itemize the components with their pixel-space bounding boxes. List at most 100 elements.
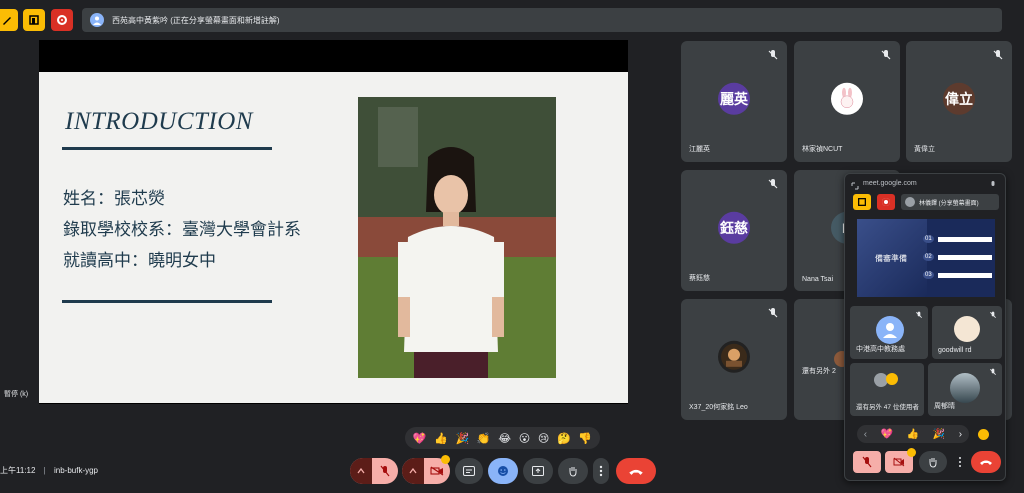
preview-item: 01 xyxy=(923,235,992,243)
hand-icon xyxy=(569,467,577,477)
more-options-button[interactable] xyxy=(593,458,609,484)
more-vert-icon xyxy=(599,465,603,477)
participant-name: X37_20何家銘 Leo xyxy=(689,404,748,411)
presenting-banner: 西苑高中黃紫吟 (正在分享螢幕畫面和新增註解) xyxy=(82,8,1002,32)
present-button[interactable] xyxy=(523,458,553,484)
avatar xyxy=(90,13,104,27)
shared-screen: INTRODUCTION 姓名：張芯熒 錄取學校校系：臺灣大學會計系 就讀高中：… xyxy=(39,40,628,404)
popup-reactions-bar: ‹ 💖 👍 🎉 › xyxy=(857,425,969,443)
leave-call-button[interactable] xyxy=(971,451,1001,473)
companion-mode-button[interactable] xyxy=(23,9,45,31)
camera-options-button[interactable] xyxy=(402,458,424,484)
avatar xyxy=(718,340,750,373)
hand-icon xyxy=(929,458,937,468)
popup-url: meet.google.com xyxy=(863,180,917,187)
leave-call-button[interactable] xyxy=(616,458,656,484)
participant-name: Nana Tsai xyxy=(802,276,834,283)
record-icon xyxy=(57,15,67,25)
present-screen-icon xyxy=(532,466,544,476)
mic-toggle-button[interactable] xyxy=(853,451,881,473)
mini-participant-tile[interactable]: 周郁晴 xyxy=(928,363,1002,416)
raise-hand-button[interactable] xyxy=(919,451,947,473)
reaction-thumbs-up[interactable]: 👍 xyxy=(907,429,919,440)
reaction-clap[interactable]: 👏 xyxy=(477,432,491,445)
meeting-time: 上午11:12 xyxy=(0,466,36,475)
chevron-right-icon[interactable]: › xyxy=(959,429,962,440)
participant-name: goodwill rd xyxy=(938,347,972,354)
avatar xyxy=(876,316,904,344)
mic-off-icon xyxy=(881,50,891,60)
participant-name: 中港高中教務處 xyxy=(856,346,905,353)
slide-title: INTRODUCTION xyxy=(65,108,253,135)
participant-name: 還有另外 2 xyxy=(802,368,836,375)
reaction-sad[interactable]: 😢 xyxy=(538,432,549,445)
pip-panel[interactable]: meet.google.com 林儀鐸 (分享螢幕畫面) 備審準備 01 02 … xyxy=(844,173,1006,481)
mini-participant-tile[interactable]: 還有另外 47 位使用者 xyxy=(850,363,924,416)
separator: | xyxy=(43,466,46,475)
cartoon-avatar-icon xyxy=(721,343,747,370)
mini-participant-tile[interactable]: 中港高中教務處 xyxy=(850,306,928,359)
mic-icon xyxy=(991,181,995,186)
mic-off-icon xyxy=(768,50,778,60)
bottom-divider xyxy=(62,300,272,303)
participant-tile[interactable]: 林家禎NCUT xyxy=(794,41,900,162)
reaction-heart[interactable]: 💖 xyxy=(413,432,427,445)
mic-off-icon xyxy=(993,50,1003,60)
reaction-heart[interactable]: 💖 xyxy=(881,429,893,440)
expand-icon[interactable] xyxy=(851,182,859,190)
participant-tile[interactable]: X37_20何家銘 Leo xyxy=(681,299,787,420)
recording-button[interactable] xyxy=(51,9,73,31)
camera-off-icon xyxy=(430,466,444,476)
recording-button[interactable] xyxy=(877,194,895,210)
participant-tile[interactable]: 麗英 江麗英 xyxy=(681,41,787,162)
participant-name: 林家禎NCUT xyxy=(802,146,843,153)
meeting-code: inb-bufk-ygp xyxy=(53,466,99,475)
mic-options-button[interactable] xyxy=(350,458,372,484)
hang-up-icon xyxy=(629,469,643,475)
slide: INTRODUCTION 姓名：張芯熒 錄取學校校系：臺灣大學會計系 就讀高中：… xyxy=(39,72,628,403)
reaction-thumbs-down[interactable]: 👎 xyxy=(578,432,592,445)
slide-line-highschool: 就讀高中：曉明女中 xyxy=(63,251,216,270)
mic-off-icon xyxy=(380,465,390,477)
emoji-reaction-button[interactable] xyxy=(488,458,518,484)
annotate-icon[interactable] xyxy=(0,9,18,31)
title-divider xyxy=(62,147,272,150)
participant-name: 還有另外 47 位使用者 xyxy=(856,404,919,411)
reaction-party[interactable]: 🎉 xyxy=(933,429,945,440)
record-icon xyxy=(882,198,890,206)
more-options-button[interactable] xyxy=(953,451,967,473)
participant-tile[interactable]: 偉立 黃偉立 xyxy=(906,41,1012,162)
participant-name: 江麗英 xyxy=(689,146,710,153)
participant-name: 蔡鈺慈 xyxy=(689,275,710,282)
reaction-laugh[interactable]: 😂 xyxy=(498,432,511,445)
reaction-thumbs-up[interactable]: 👍 xyxy=(434,432,448,445)
raise-hand-button[interactable] xyxy=(558,458,588,484)
warning-badge xyxy=(907,448,916,457)
mic-off-icon xyxy=(862,456,872,468)
companion-mode-button[interactable] xyxy=(853,194,871,210)
participant-tile[interactable]: 鈺慈 蔡鈺慈 xyxy=(681,170,787,291)
avatar xyxy=(886,373,898,385)
avatar xyxy=(954,316,980,342)
pause-label: 暫停 (k) xyxy=(4,391,29,398)
meeting-info: 上午11:12 | inb-bufk-ygp xyxy=(0,465,98,476)
avatar xyxy=(950,373,980,403)
captions-icon xyxy=(463,466,475,476)
reaction-thinking[interactable]: 🤔 xyxy=(557,432,571,445)
avatar xyxy=(831,82,863,115)
mic-control[interactable] xyxy=(350,458,398,484)
emoji-skin-tone-button[interactable] xyxy=(978,429,989,440)
reaction-surprised[interactable]: 😮 xyxy=(519,432,530,445)
chevron-left-icon[interactable]: ‹ xyxy=(864,429,867,440)
mini-participant-tile[interactable]: goodwill rd xyxy=(932,306,1002,359)
slide-line-school: 錄取學校校系：臺灣大學會計系 xyxy=(63,220,301,239)
reaction-party[interactable]: 🎉 xyxy=(456,432,470,445)
avatar: 偉立 xyxy=(943,82,975,115)
captions-button[interactable] xyxy=(455,458,483,484)
preview-item: 02 xyxy=(923,253,992,261)
mic-off-icon xyxy=(916,311,922,318)
chevron-up-icon xyxy=(409,468,417,474)
preview-item: 03 xyxy=(923,271,992,279)
mic-off-icon xyxy=(990,368,996,375)
hang-up-icon xyxy=(980,460,992,465)
